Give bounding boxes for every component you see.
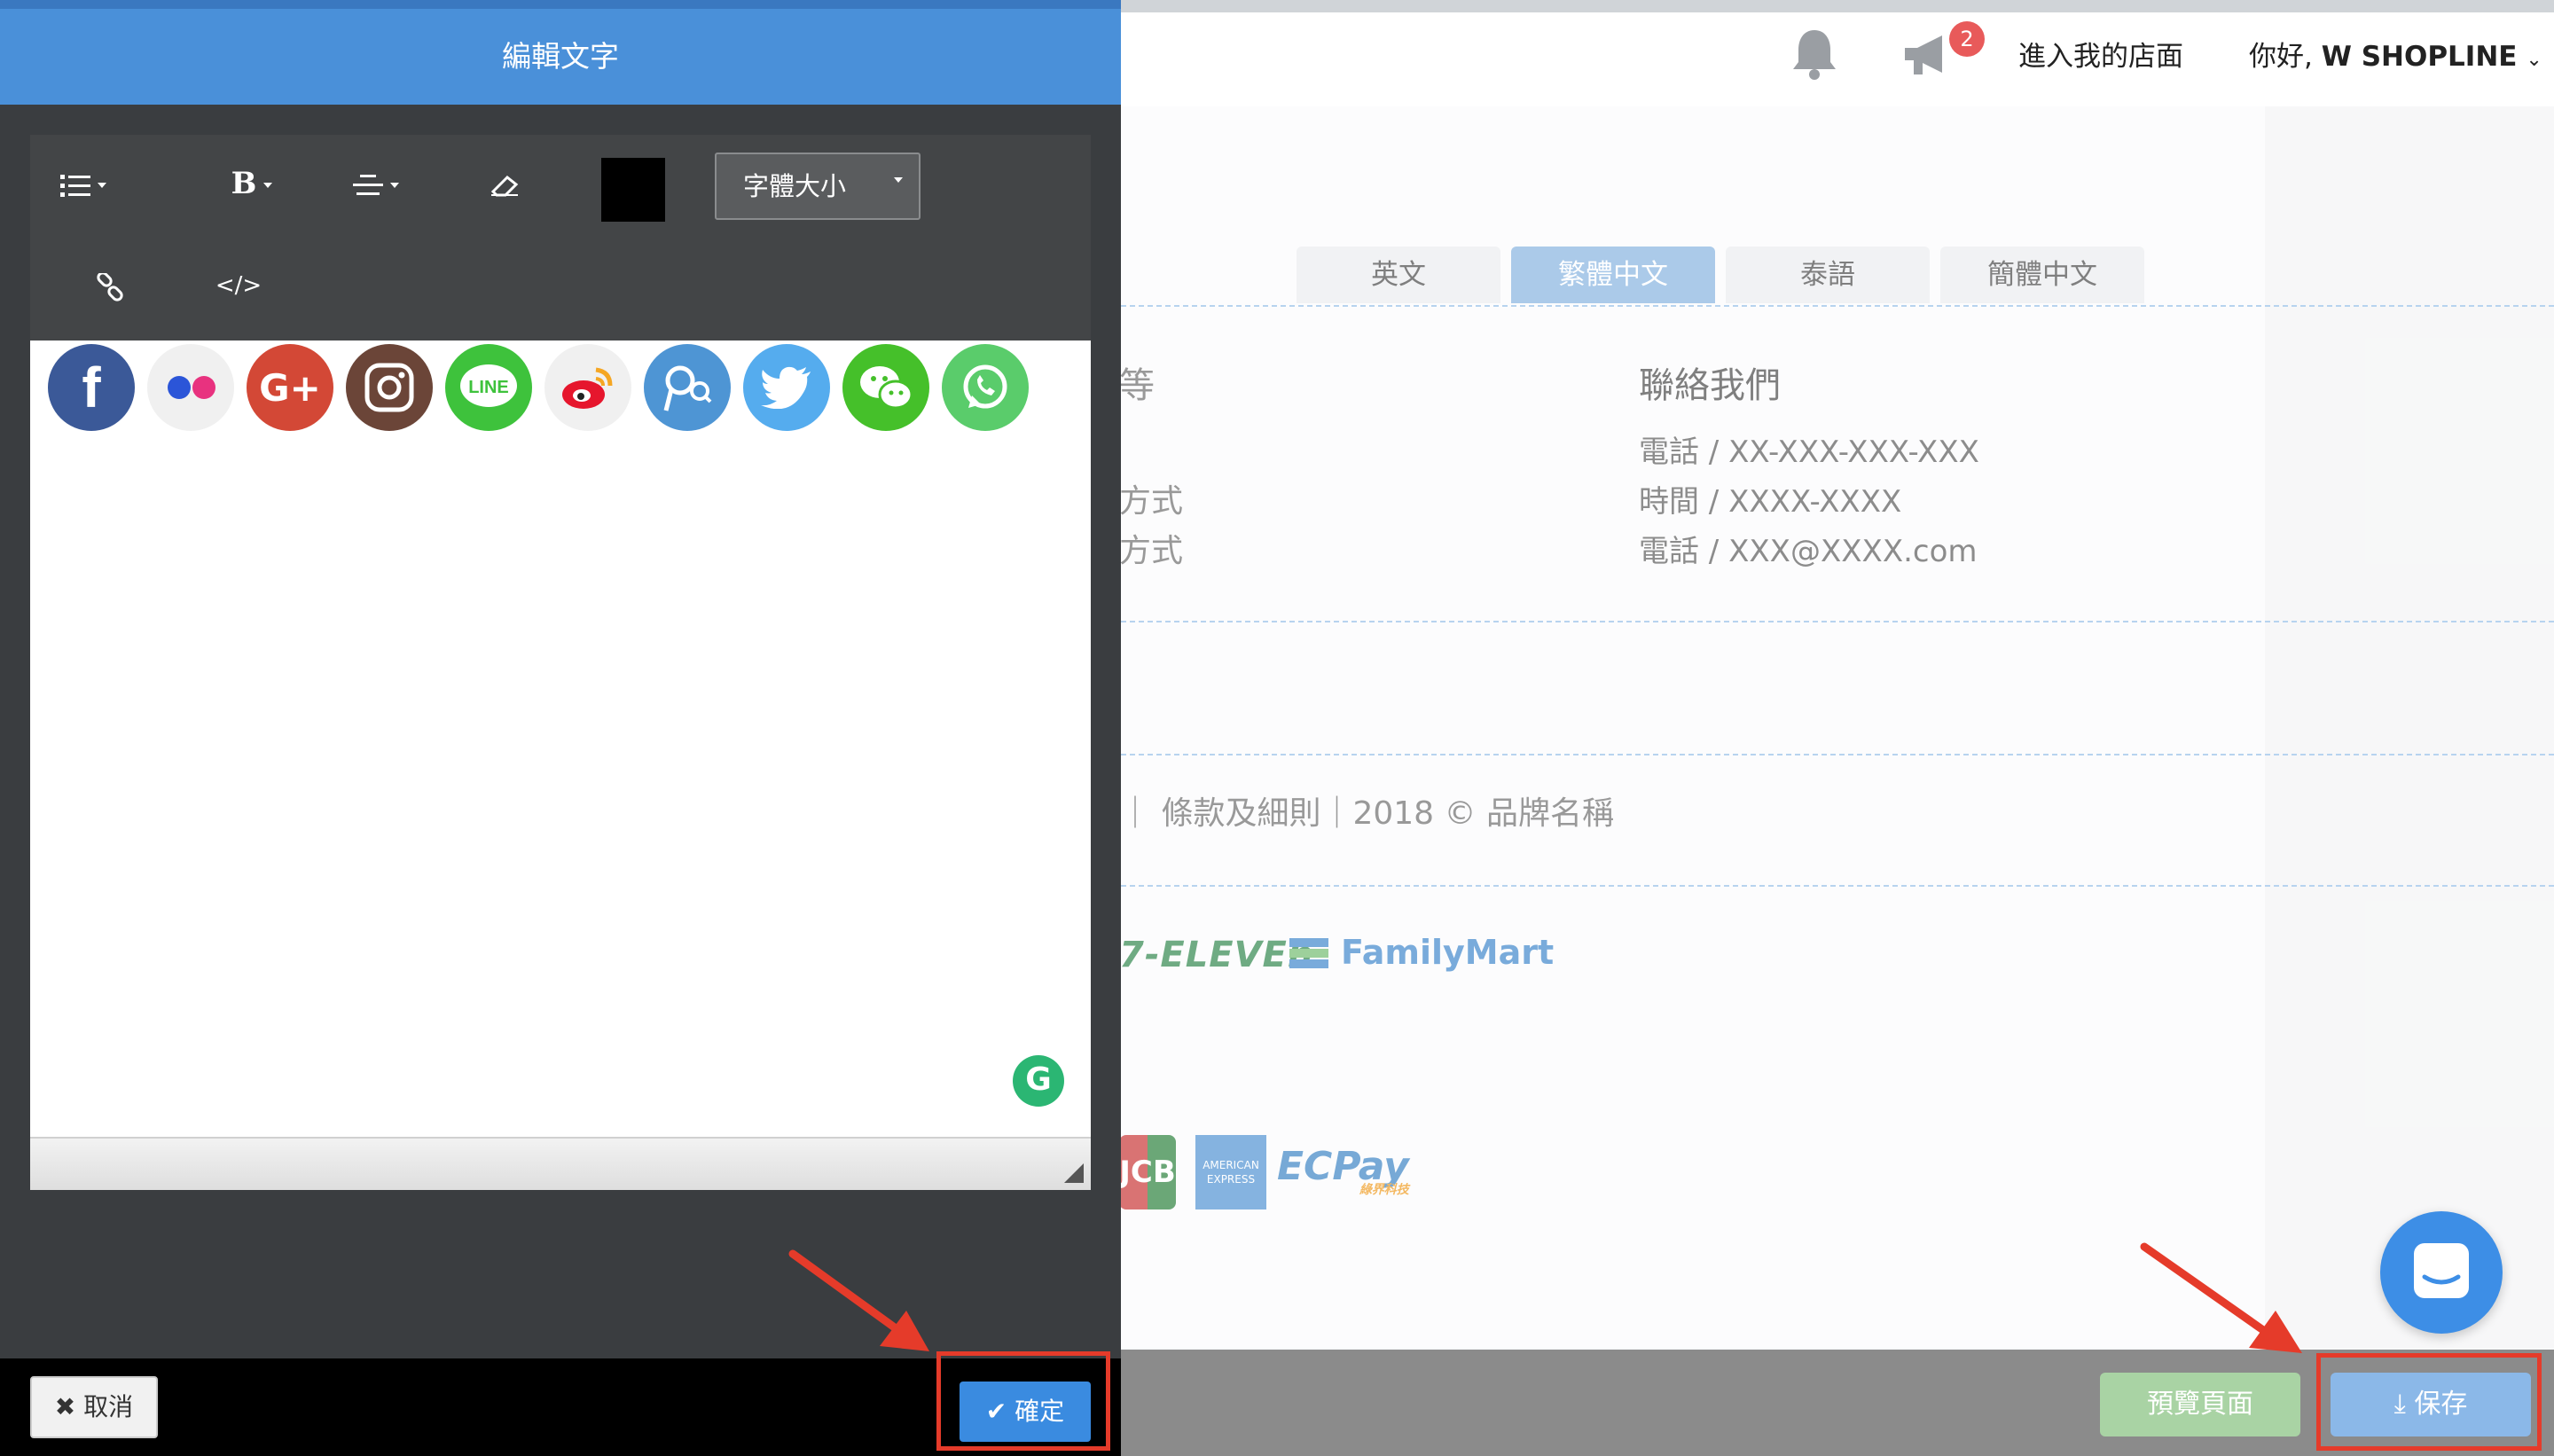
- editor-status-bar: [30, 1137, 1091, 1190]
- red-arrow-icon: [2140, 1242, 2302, 1353]
- align-center-icon: [353, 174, 383, 195]
- confirm-highlight-box: [936, 1351, 1110, 1451]
- partial-section-line: 方式: [1119, 483, 1184, 520]
- tab-traditional-chinese[interactable]: 繁體中文: [1511, 247, 1715, 303]
- dropdown-caret-icon: [894, 177, 903, 183]
- text-color-picker[interactable]: [601, 158, 665, 222]
- resize-handle-icon[interactable]: [1064, 1163, 1084, 1183]
- section-divider: [1121, 621, 2554, 622]
- notification-badge: 2: [1949, 21, 1985, 57]
- jcb-logo: JCB: [1119, 1135, 1176, 1209]
- store-link[interactable]: 進入我的店面: [2018, 34, 2183, 74]
- facebook-icon: f: [48, 344, 135, 431]
- section-divider: [1121, 305, 2554, 307]
- familymart-logo-icon: [1289, 938, 1328, 968]
- dropdown-caret-icon: [98, 182, 106, 188]
- cancel-button[interactable]: ✖ 取消: [30, 1376, 158, 1438]
- google-plus-icon: G+: [247, 344, 333, 431]
- amex-logo: AMERICAN EXPRESS: [1195, 1135, 1266, 1209]
- cancel-label: 取消: [83, 1392, 134, 1421]
- social-icons-row: f G+ LINE: [48, 344, 1029, 431]
- ecpay-logo: ECPay 綠界科技: [1277, 1144, 1409, 1198]
- contact-title: 聯絡我們: [1639, 365, 1781, 406]
- grammarly-icon[interactable]: G: [1013, 1055, 1064, 1107]
- weibo-icon: [544, 344, 631, 431]
- list-icon: [60, 174, 90, 197]
- flickr-icon: [147, 344, 234, 431]
- tab-english[interactable]: 英文: [1297, 247, 1500, 303]
- chat-icon: [2414, 1243, 2469, 1298]
- greeting-text: 你好,: [2249, 41, 2313, 73]
- svg-text:LINE: LINE: [468, 378, 509, 397]
- section-divider: [1121, 885, 2554, 887]
- font-size-dropdown[interactable]: 字體大小: [715, 153, 921, 220]
- pixnet-icon: [644, 344, 731, 431]
- copyright-text: ｜ 條款及細則｜2018 © 品牌名稱: [1119, 795, 1614, 832]
- link-icon: [97, 270, 123, 301]
- modal-title: 編輯文字: [0, 0, 1121, 105]
- wechat-icon: [842, 344, 929, 431]
- tab-simplified-chinese[interactable]: 簡體中文: [1940, 247, 2144, 303]
- list-button[interactable]: [48, 153, 119, 215]
- contact-hours: 時間 / XXXX-XXXX: [1639, 484, 1902, 520]
- line-icon: LINE: [445, 344, 532, 431]
- instagram-icon: [346, 344, 433, 431]
- bell-icon[interactable]: [1790, 27, 1839, 80]
- side-margin: [2265, 106, 2554, 1348]
- close-icon: ✖: [54, 1392, 76, 1421]
- chevron-down-icon: ⌄: [2526, 49, 2542, 71]
- edit-text-modal: 編輯文字 B 字體大小 </> f G+ LINE G ✖ 取消 ✔ 確定: [0, 0, 1121, 1456]
- partial-section-line: 方式: [1119, 533, 1184, 569]
- partial-section-title: 等: [1119, 365, 1155, 406]
- user-menu[interactable]: 你好, W SHOPLINE ⌄: [2249, 34, 2542, 74]
- whatsapp-icon: [942, 344, 1029, 431]
- source-code-button[interactable]: </>: [208, 259, 270, 312]
- chat-launcher-button[interactable]: [2380, 1211, 2503, 1334]
- user-name: W SHOPLINE: [2321, 41, 2518, 73]
- language-tabs: 英文 繁體中文 泰語 簡體中文: [1297, 247, 2144, 303]
- contact-email: 電話 / XXX@XXXX.com: [1639, 534, 1978, 569]
- section-divider: [1121, 754, 2554, 755]
- clear-format-button[interactable]: [474, 153, 536, 215]
- font-size-label: 字體大小: [743, 171, 847, 201]
- editor-toolbar: B 字體大小 </>: [30, 135, 1091, 341]
- preview-page-button[interactable]: 預覽頁面: [2100, 1373, 2300, 1436]
- code-icon: </>: [215, 272, 262, 299]
- bold-button[interactable]: B: [216, 153, 287, 215]
- dropdown-caret-icon: [263, 183, 273, 188]
- save-highlight-box: [2316, 1353, 2542, 1451]
- twitter-icon: [743, 344, 830, 431]
- contact-phone: 電話 / XX-XXX-XXX-XXX: [1639, 434, 1979, 470]
- eraser-icon: [490, 175, 519, 196]
- rich-text-editor[interactable]: f G+ LINE G: [30, 341, 1091, 1137]
- red-arrow-icon: [788, 1249, 929, 1351]
- bold-icon: B: [231, 166, 257, 201]
- align-button[interactable]: [341, 153, 411, 215]
- dropdown-caret-icon: [390, 182, 399, 188]
- familymart-logo: FamilyMart: [1341, 933, 1555, 972]
- tab-thai[interactable]: 泰語: [1726, 247, 1930, 303]
- link-button[interactable]: [83, 259, 137, 312]
